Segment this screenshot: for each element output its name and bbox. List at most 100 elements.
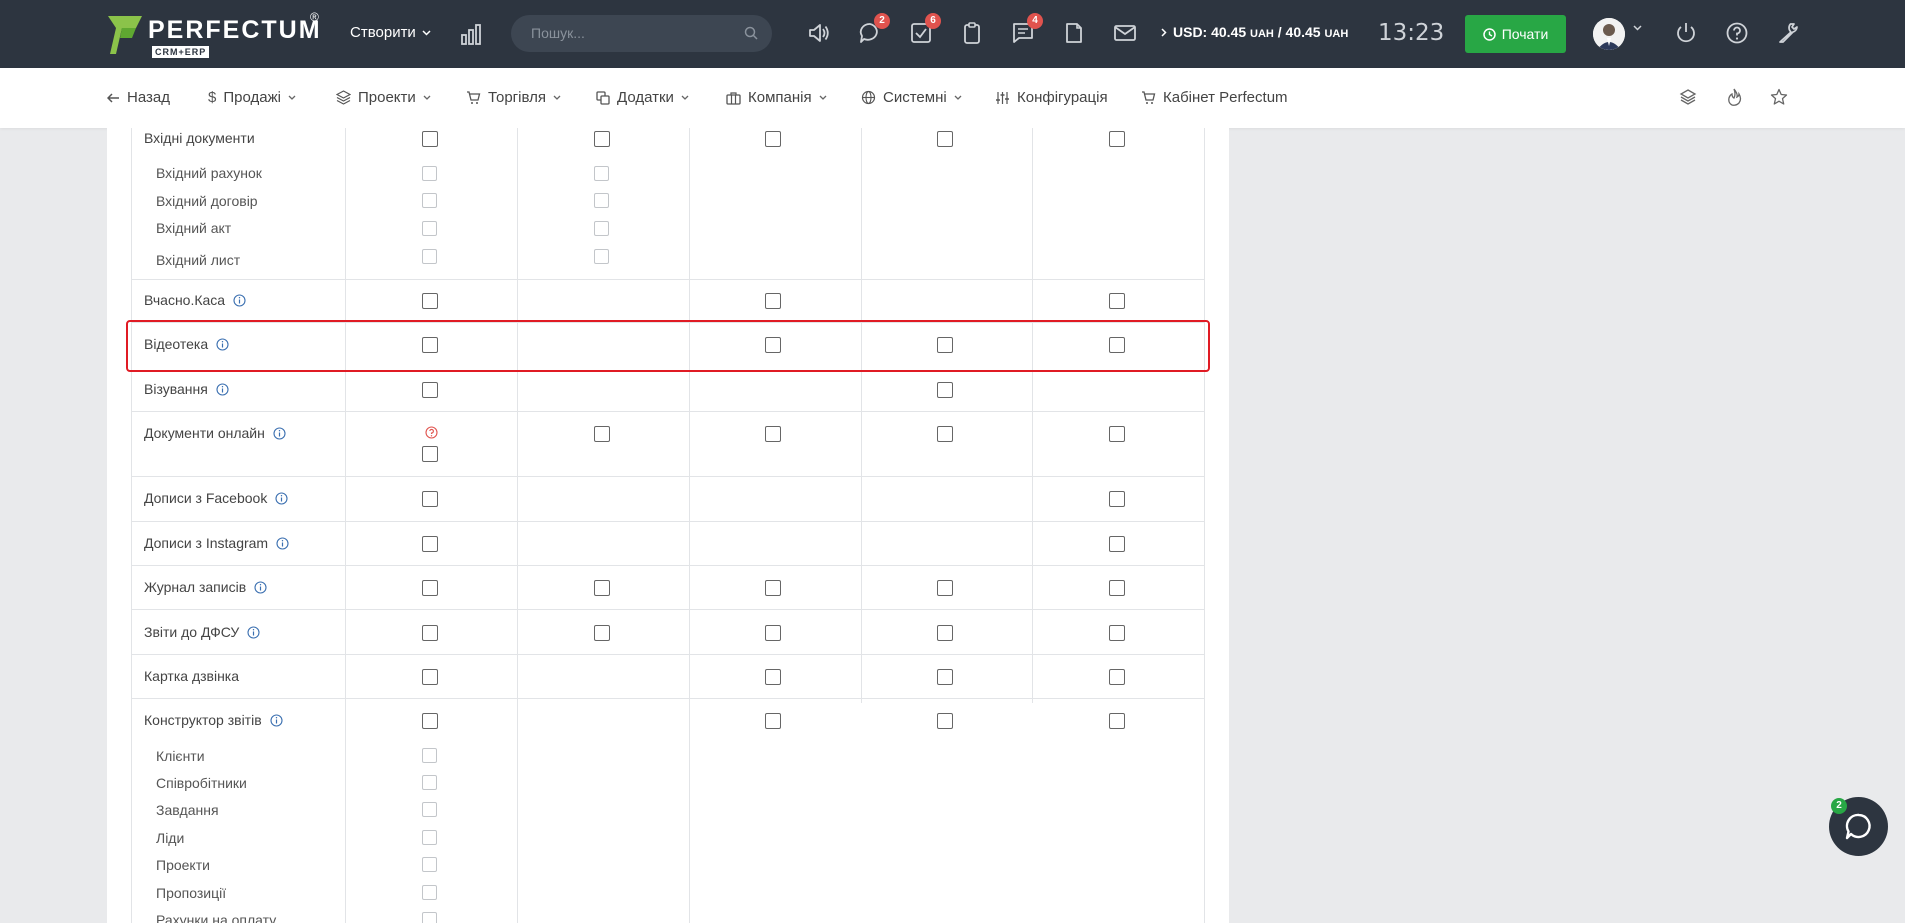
- nav-company[interactable]: Компанія: [726, 89, 827, 106]
- checkbox[interactable]: [594, 193, 609, 208]
- info-icon[interactable]: [247, 625, 260, 639]
- checkbox[interactable]: [937, 382, 953, 398]
- tasks-notifications[interactable]: 6: [909, 13, 941, 45]
- checkbox[interactable]: [422, 249, 437, 264]
- checkbox[interactable]: [422, 580, 438, 596]
- checkbox[interactable]: [422, 830, 437, 845]
- checkbox[interactable]: [422, 912, 437, 923]
- search-box[interactable]: [511, 15, 772, 52]
- grid-border-right: [1204, 128, 1205, 923]
- checkbox[interactable]: [765, 669, 781, 685]
- search-icon[interactable]: [744, 26, 758, 40]
- question-icon[interactable]: [425, 426, 438, 439]
- checkbox[interactable]: [937, 713, 953, 729]
- checkbox[interactable]: [765, 625, 781, 641]
- checkbox[interactable]: [1109, 337, 1125, 353]
- power-icon[interactable]: [1674, 21, 1698, 45]
- nav-back[interactable]: Назад: [107, 89, 170, 106]
- nav-system[interactable]: Системні: [861, 89, 962, 106]
- checkbox[interactable]: [594, 166, 609, 181]
- start-timer-button[interactable]: Почати: [1465, 15, 1566, 53]
- checkbox[interactable]: [1109, 293, 1125, 309]
- checkbox[interactable]: [422, 536, 438, 552]
- avatar[interactable]: [1593, 18, 1625, 50]
- info-icon[interactable]: [233, 293, 246, 307]
- nav-sales[interactable]: $ Продажі: [208, 89, 296, 106]
- create-dropdown[interactable]: Створити: [350, 24, 431, 41]
- info-icon[interactable]: [276, 536, 289, 550]
- checkbox[interactable]: [594, 426, 610, 442]
- checkbox[interactable]: [422, 193, 437, 208]
- checkbox[interactable]: [765, 131, 781, 147]
- messages-notifications[interactable]: 4: [1011, 13, 1043, 45]
- megaphone-icon[interactable]: [807, 21, 831, 45]
- checkbox[interactable]: [1109, 491, 1125, 507]
- checkbox[interactable]: [937, 337, 953, 353]
- checkbox[interactable]: [422, 166, 437, 181]
- chat-notifications[interactable]: 2: [858, 13, 890, 45]
- info-icon[interactable]: [275, 491, 288, 505]
- checkbox[interactable]: [422, 382, 438, 398]
- nav-trade[interactable]: Торгівля: [466, 89, 561, 106]
- checkbox[interactable]: [422, 775, 437, 790]
- mail-icon[interactable]: [1113, 21, 1137, 45]
- nav-projects[interactable]: Проекти: [336, 89, 431, 106]
- checkbox[interactable]: [765, 426, 781, 442]
- checkbox[interactable]: [1109, 669, 1125, 685]
- logo[interactable]: PERFECTUM ® CRM+ERP: [106, 10, 326, 60]
- checkbox[interactable]: [422, 669, 438, 685]
- star-icon[interactable]: [1770, 88, 1788, 106]
- checkbox[interactable]: [594, 580, 610, 596]
- bar-chart-icon[interactable]: [460, 23, 482, 45]
- checkbox[interactable]: [422, 337, 438, 353]
- search-input[interactable]: [531, 25, 731, 41]
- row-divider: [131, 521, 1205, 522]
- avatar-chevron-down-icon[interactable]: [1633, 25, 1642, 31]
- row-label-report-builder: Конструктор звітів: [144, 712, 283, 728]
- checkbox[interactable]: [765, 293, 781, 309]
- checkbox[interactable]: [422, 748, 437, 763]
- checkbox[interactable]: [765, 713, 781, 729]
- nav-cabinet[interactable]: Кабінет Perfectum: [1141, 89, 1288, 106]
- nav-addons[interactable]: Додатки: [596, 89, 689, 106]
- checkbox[interactable]: [937, 580, 953, 596]
- document-icon[interactable]: [1062, 21, 1086, 45]
- checkbox[interactable]: [422, 802, 437, 817]
- checkbox[interactable]: [1109, 536, 1125, 552]
- checkbox[interactable]: [1109, 426, 1125, 442]
- checkbox[interactable]: [422, 293, 438, 309]
- checkbox[interactable]: [422, 857, 437, 872]
- checkbox[interactable]: [422, 446, 438, 462]
- checkbox[interactable]: [594, 131, 610, 147]
- checkbox[interactable]: [422, 131, 438, 147]
- checkbox[interactable]: [422, 221, 437, 236]
- nav-config[interactable]: Конфігурація: [995, 89, 1108, 106]
- checkbox[interactable]: [422, 491, 438, 507]
- info-icon[interactable]: [273, 426, 286, 440]
- fire-icon[interactable]: [1725, 88, 1743, 106]
- checkbox[interactable]: [594, 625, 610, 641]
- checkbox[interactable]: [765, 337, 781, 353]
- checkbox[interactable]: [937, 625, 953, 641]
- checkbox[interactable]: [422, 713, 438, 729]
- checkbox[interactable]: [422, 885, 437, 900]
- checkbox[interactable]: [937, 669, 953, 685]
- help-icon[interactable]: [1725, 21, 1749, 45]
- info-icon[interactable]: [270, 713, 283, 727]
- checkbox[interactable]: [1109, 713, 1125, 729]
- checkbox[interactable]: [1109, 580, 1125, 596]
- info-icon[interactable]: [216, 382, 229, 396]
- checkbox[interactable]: [594, 249, 609, 264]
- clipboard-icon[interactable]: [960, 21, 984, 45]
- info-icon[interactable]: [254, 580, 267, 594]
- checkbox[interactable]: [1109, 131, 1125, 147]
- checkbox[interactable]: [765, 580, 781, 596]
- checkbox[interactable]: [422, 625, 438, 641]
- layers-icon[interactable]: [1679, 88, 1697, 106]
- info-icon[interactable]: [216, 337, 229, 351]
- checkbox[interactable]: [937, 426, 953, 442]
- wrench-icon[interactable]: [1776, 21, 1800, 45]
- checkbox[interactable]: [594, 221, 609, 236]
- checkbox[interactable]: [1109, 625, 1125, 641]
- checkbox[interactable]: [937, 131, 953, 147]
